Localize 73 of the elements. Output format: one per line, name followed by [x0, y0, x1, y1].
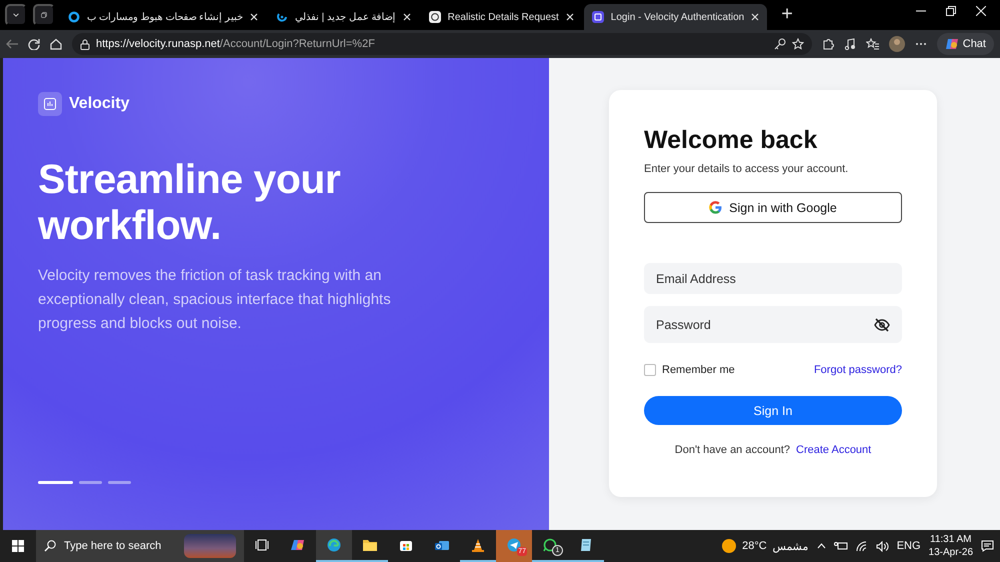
speaker-icon[interactable] [876, 540, 889, 552]
traffic-cone-icon [471, 538, 485, 552]
address-bar[interactable]: https://velocity.runasp.net/Account/Login?ReturnUrl=%2F [72, 33, 812, 55]
ring-icon [68, 11, 80, 23]
star-icon[interactable] [792, 38, 804, 50]
chevron-up-icon[interactable] [816, 543, 826, 549]
remember-label: Remember me [662, 364, 735, 376]
close-icon[interactable] [976, 6, 986, 16]
windows-logo-icon [12, 540, 24, 552]
folder-icon [363, 538, 377, 552]
brand-name: Velocity [69, 95, 130, 113]
chevron-down-icon [13, 12, 19, 18]
remember-checkbox[interactable] [644, 364, 656, 376]
chat-button[interactable]: Chat [936, 33, 994, 55]
swirl-icon [276, 11, 288, 23]
mail-icon [435, 538, 449, 552]
login-title: Welcome back [644, 126, 818, 155]
sun-icon [722, 539, 736, 553]
close-icon[interactable] [250, 13, 258, 21]
browser-tab[interactable]: خبير إنشاء صفحات هبوط ومسارات ب [60, 4, 266, 30]
eye-slash-icon[interactable] [874, 318, 890, 332]
google-sign-in-button[interactable]: Sign in with Google [644, 192, 902, 223]
hero-headline: Streamline your workflow. [38, 156, 342, 248]
logo-icon [38, 92, 62, 116]
login-subtitle: Enter your details to access your account. [644, 163, 850, 175]
url-text: https://velocity.runasp.net/Account/Login?ReturnUrl=%2F [96, 38, 375, 50]
store-icon [399, 538, 413, 552]
taskbar-app-button[interactable] [316, 530, 352, 562]
search-icon [44, 540, 56, 552]
stacked-squares-icon [41, 9, 47, 21]
close-icon[interactable] [402, 13, 411, 21]
weather-condition-text: مشمس [772, 540, 809, 552]
more-icon[interactable] [914, 42, 927, 46]
lock-icon [80, 38, 90, 50]
music-note-icon[interactable] [844, 38, 856, 50]
hero-description: Velocity removes the friction of task tracking with an exceptionally clean, spacious interface that highlights progress and blocks out noise. [38, 266, 392, 334]
password-field[interactable]: Password [644, 306, 902, 343]
copilot-icon [291, 538, 305, 552]
browser-tab[interactable]: إضافة عمل جديد | نفذلي [268, 4, 419, 30]
language-indicator[interactable]: ENG [896, 540, 921, 552]
signup-prompt: Don't have an account? [674, 444, 790, 456]
browser-tab[interactable]: Realistic Details Request [420, 4, 582, 30]
refresh-icon[interactable] [28, 38, 40, 50]
puzzle-icon[interactable] [822, 38, 834, 50]
notepad-icon [579, 538, 593, 552]
taskbar-search-field[interactable]: Type here to search [36, 530, 244, 562]
close-icon[interactable] [566, 13, 574, 21]
browser-tab[interactable]: Login - Velocity Authentication [584, 4, 768, 30]
tab-menu-button[interactable] [5, 4, 27, 26]
chat-bubble-icon [543, 538, 557, 552]
task-view-icon [255, 538, 269, 552]
clock[interactable]: 11:31 AM 13-Apr-26 [928, 533, 973, 559]
workspaces-button[interactable] [33, 4, 55, 26]
copilot-icon [944, 37, 959, 51]
close-icon[interactable] [751, 13, 760, 21]
avatar-icon[interactable] [888, 36, 905, 52]
email-field[interactable]: Email Address [644, 263, 902, 294]
app-icon [592, 11, 604, 23]
new-tab-button[interactable]: + [775, 2, 799, 27]
search-highlight-picture [184, 534, 236, 558]
sign-in-button[interactable]: Sign In [644, 396, 902, 425]
home-icon[interactable] [50, 38, 62, 50]
battery-icon[interactable] [834, 541, 848, 551]
key-icon[interactable] [774, 38, 786, 50]
notification-icon[interactable] [981, 540, 994, 552]
create-account-link[interactable]: Create Account [796, 444, 872, 456]
restore-icon[interactable] [946, 6, 956, 16]
favorites-icon[interactable] [866, 38, 879, 50]
google-g-icon [709, 201, 722, 214]
back-arrow-icon[interactable] [6, 39, 18, 49]
temperature-text: 28°C [742, 540, 767, 552]
forgot-password-link[interactable]: Forgot password? [814, 364, 902, 376]
wifi-icon[interactable] [856, 540, 868, 552]
